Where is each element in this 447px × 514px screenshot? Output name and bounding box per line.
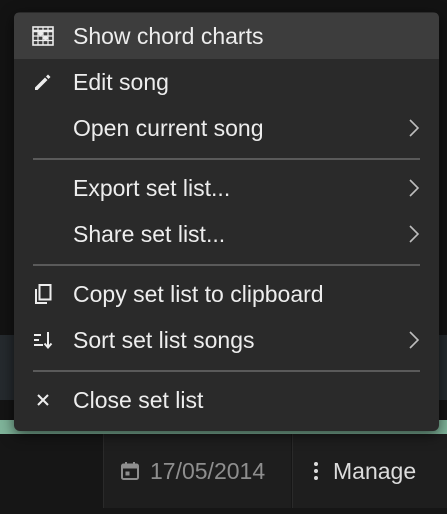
manage-button[interactable]: Manage bbox=[292, 434, 447, 508]
menu-item-share-set-list[interactable]: Share set list... bbox=[14, 211, 439, 257]
menu-item-export-set-list[interactable]: Export set list... bbox=[14, 165, 439, 211]
menu-item-show-chord-charts[interactable]: Show chord charts bbox=[14, 13, 439, 59]
chevron-right-icon bbox=[409, 331, 420, 349]
menu-separator bbox=[33, 158, 420, 160]
sort-icon bbox=[34, 332, 53, 350]
menu-item-label: Edit song bbox=[73, 68, 169, 95]
date-label: 17/05/2014 bbox=[150, 457, 266, 484]
pencil-icon bbox=[35, 74, 51, 90]
menu-separator bbox=[33, 264, 420, 266]
menu-item-label: Export set list... bbox=[73, 174, 231, 201]
menu-item-edit-song[interactable]: Edit song bbox=[14, 59, 439, 105]
chevron-right-icon bbox=[409, 119, 420, 137]
chevron-right-icon bbox=[409, 225, 420, 243]
menu-item-label: Show chord charts bbox=[73, 22, 264, 49]
menu-item-sort-set-list-songs[interactable]: Sort set list songs bbox=[14, 317, 439, 363]
date-button[interactable]: 17/05/2014 bbox=[103, 434, 291, 508]
menu-item-close-set-list[interactable]: Close set list bbox=[14, 377, 439, 423]
calendar-icon bbox=[121, 462, 139, 480]
chevron-right-icon bbox=[409, 179, 420, 197]
menu-separator bbox=[33, 370, 420, 372]
menu-item-open-current-song[interactable]: Open current song bbox=[14, 105, 439, 151]
copy-icon bbox=[35, 284, 52, 304]
menu-item-label: Close set list bbox=[73, 386, 204, 413]
manage-label: Manage bbox=[333, 457, 417, 484]
menu-item-label: Sort set list songs bbox=[73, 326, 255, 353]
more-vertical-icon bbox=[314, 462, 318, 480]
menu-item-label: Copy set list to clipboard bbox=[73, 280, 324, 307]
menu-item-label: Open current song bbox=[73, 114, 264, 141]
menu-item-label: Share set list... bbox=[73, 220, 226, 247]
context-menu: Show chord charts Edit song Open current… bbox=[14, 12, 439, 431]
close-icon bbox=[37, 394, 49, 406]
chord-chart-icon bbox=[32, 26, 54, 46]
app-window: 17/05/2014 Manage Show chord charts Edit… bbox=[0, 0, 447, 514]
menu-item-copy-set-list[interactable]: Copy set list to clipboard bbox=[14, 271, 439, 317]
